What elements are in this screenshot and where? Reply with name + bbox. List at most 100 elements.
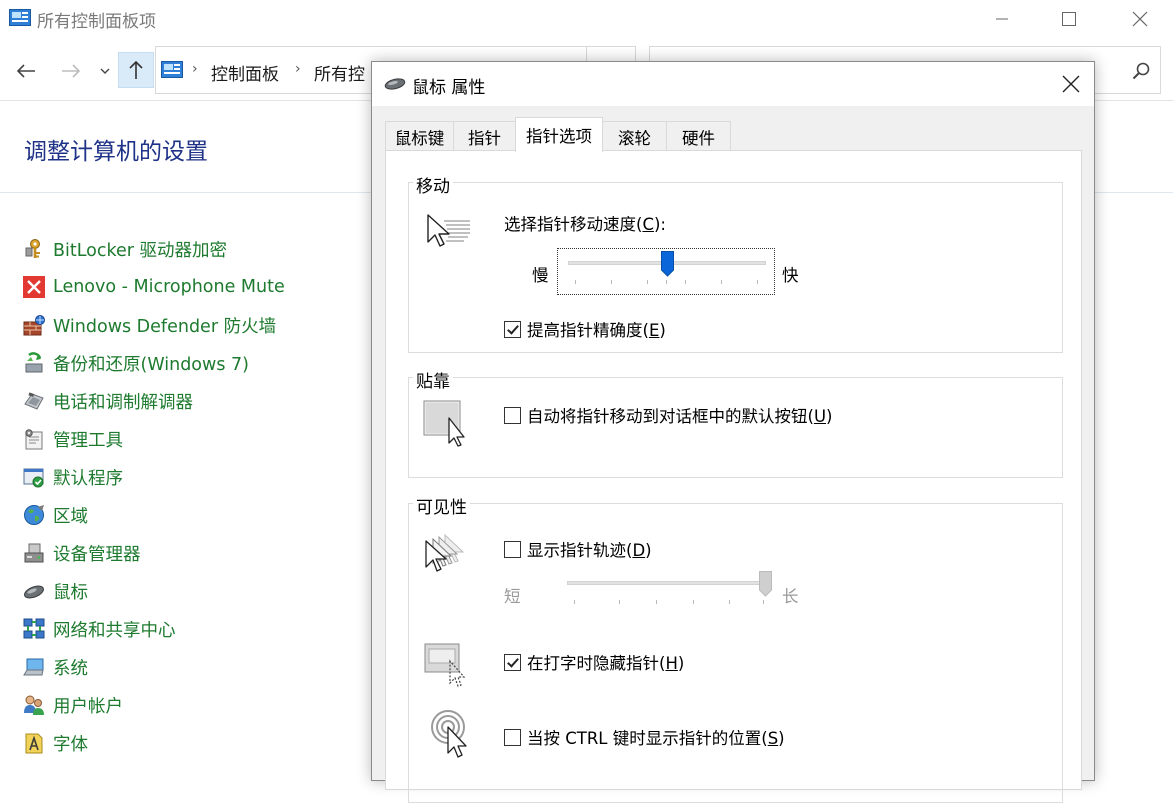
maximize-icon [1062, 12, 1076, 26]
cp-item-device-manager[interactable]: 设备管理器 [22, 538, 141, 568]
slider-tick [647, 280, 648, 284]
precision-checkbox[interactable] [504, 320, 521, 338]
cp-item-label: 网络和共享中心 [53, 620, 176, 641]
tab-wheel[interactable]: 滚轮 [602, 121, 667, 151]
slider-track [567, 581, 765, 585]
up-arrow-icon [129, 60, 143, 79]
device-manager-icon [22, 541, 46, 565]
tab-buttons[interactable]: 鼠标键 [385, 121, 454, 151]
chevron-down-icon [100, 68, 110, 74]
back-button[interactable] [10, 56, 42, 86]
cp-item-label: 电话和调制解调器 [53, 392, 193, 413]
pointer-speed-icon [427, 214, 470, 247]
default-programs-icon [22, 465, 46, 489]
cp-item-phone-modem[interactable]: 电话和调制解调器 [22, 386, 193, 416]
mouse-icon [22, 579, 46, 603]
search-icon [1132, 62, 1150, 80]
cp-item-label: 系统 [53, 658, 88, 679]
cp-item-label: Lenovo - Microphone Mute [53, 277, 285, 297]
slider-tick [666, 280, 667, 284]
dialog-titlebar[interactable]: 鼠标 属性 [372, 62, 1094, 106]
snap-checkbox-row[interactable]: 自动将指针移动到对话框中的默认按钮(U) [504, 403, 884, 427]
breadcrumb-item[interactable]: 控制面板 [211, 60, 279, 85]
motion-group-label: 移动 [413, 172, 453, 197]
minimize-icon [996, 18, 1008, 20]
up-button[interactable] [118, 52, 154, 88]
cp-item-fonts[interactable]: 字体 [22, 728, 88, 758]
fast-label: 快 [782, 266, 799, 285]
forward-button[interactable] [55, 56, 87, 86]
network-icon [22, 617, 46, 641]
snap-group [408, 377, 1063, 478]
tab-pointers[interactable]: 指针 [453, 121, 516, 151]
breadcrumb-item[interactable]: 所有控 [314, 60, 365, 85]
dialog-close-button[interactable] [1048, 62, 1094, 106]
show-location-icon [431, 710, 467, 758]
tab-pointer-options[interactable]: 指针选项 [515, 117, 603, 152]
recent-locations-button[interactable] [96, 56, 114, 86]
trail-length-slider[interactable] [557, 569, 775, 616]
cp-item-firewall[interactable]: Windows Defender 防火墙 [22, 310, 276, 340]
precision-checkbox-row[interactable]: 提高指针精确度(E) [504, 317, 704, 341]
close-icon [1132, 11, 1148, 27]
slider-tick [729, 600, 730, 604]
cp-item-label: 备份和还原(Windows 7) [53, 354, 249, 375]
slider-thumb[interactable] [758, 571, 772, 597]
cp-item-label: 设备管理器 [53, 544, 141, 565]
slider-tick [619, 600, 620, 604]
ctrl-location-checkbox-row[interactable]: 当按 CTRL 键时显示指针的位置(S) [504, 725, 834, 749]
cp-item-label: Windows Defender 防火墙 [53, 316, 277, 337]
cp-item-backup[interactable]: 备份和还原(Windows 7) [22, 348, 249, 378]
firewall-icon [22, 313, 46, 337]
cp-item-network[interactable]: 网络和共享中心 [22, 614, 176, 644]
hide-typing-checkbox[interactable] [504, 653, 521, 671]
phone-modem-icon [22, 389, 46, 413]
window-title: 所有控制面板项 [37, 12, 156, 32]
hide-typing-checkbox-row[interactable]: 在打字时隐藏指针(H) [504, 650, 724, 674]
cp-item-label: 字体 [53, 734, 88, 755]
pointer-speed-slider[interactable] [557, 248, 775, 295]
cp-item-label: 鼠标 [53, 582, 88, 603]
close-button[interactable] [1117, 0, 1163, 38]
tab-hardware[interactable]: 硬件 [666, 121, 731, 151]
slider-tick [693, 600, 694, 604]
slider-tick [721, 280, 722, 284]
cp-item-mouse[interactable]: 鼠标 [22, 576, 88, 606]
minimize-button[interactable] [979, 0, 1025, 38]
snap-group-label: 贴靠 [413, 367, 453, 392]
trails-checkbox-row[interactable]: 显示指针轨迹(D) [504, 537, 704, 561]
slow-label: 慢 [532, 266, 549, 285]
slider-tick [575, 280, 576, 284]
tab-page-pointer-options: 移动 选择指针移动速度(C): 慢 快 提高指针精确度(E) 贴靠 自动将指针移… [385, 150, 1082, 803]
snap-to-default-icon [423, 400, 465, 447]
cp-item-user-accounts[interactable]: 用户帐户 [22, 690, 123, 720]
ctrl-location-label: 当按 CTRL 键时显示指针的位置(S) [527, 729, 785, 748]
snap-checkbox[interactable] [504, 406, 521, 424]
control-panel-icon [9, 9, 31, 26]
ctrl-location-checkbox[interactable] [504, 728, 521, 746]
pointer-trails-icon [425, 533, 465, 572]
pointer-speed-label: 选择指针移动速度(C): [504, 215, 666, 234]
cp-item-system[interactable]: 系统 [22, 652, 88, 682]
control-panel-icon [161, 61, 183, 78]
mouse-icon [384, 78, 406, 90]
page-title: 调整计算机的设置 [24, 139, 208, 165]
cp-item-region[interactable]: 区域 [22, 500, 88, 530]
hide-typing-label: 在打字时隐藏指针(H) [527, 654, 685, 673]
cp-item-microphone-mute[interactable]: Lenovo - Microphone Mute [22, 272, 285, 302]
fonts-icon [22, 731, 46, 755]
slider-tick [574, 600, 575, 604]
slider-thumb[interactable] [660, 251, 674, 277]
maximize-button[interactable] [1046, 0, 1092, 38]
admin-tools-icon [22, 427, 46, 451]
region-globe-icon [22, 503, 46, 527]
slider-tick [763, 600, 764, 604]
cp-item-default-programs[interactable]: 默认程序 [22, 462, 123, 492]
backup-restore-icon [22, 351, 46, 375]
cp-item-bitlocker[interactable]: BitLocker 驱动器加密 [22, 234, 227, 264]
cp-item-label: 管理工具 [53, 430, 123, 451]
slider-tick [757, 280, 758, 284]
bitlocker-key-icon [22, 237, 46, 261]
trails-checkbox[interactable] [504, 540, 521, 558]
cp-item-admin-tools[interactable]: 管理工具 [22, 424, 123, 454]
